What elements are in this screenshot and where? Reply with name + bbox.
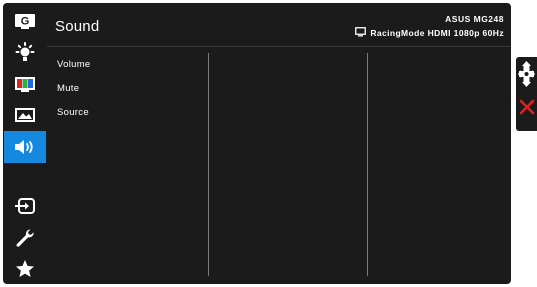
monitor-icon: [355, 27, 367, 39]
menu-item-mute[interactable]: Mute: [57, 83, 91, 107]
gameplus-icon: G: [15, 13, 35, 29]
menu-item-volume[interactable]: Volume: [57, 59, 91, 83]
status-text: RacingMode HDMI 1080p 60Hz: [370, 28, 504, 38]
sidebar-item-my-favorite[interactable]: [6, 254, 44, 283]
osd-panel: G Sound ASUS MG248 RacingMode HDMI 1080p…: [3, 3, 511, 284]
close-icon[interactable]: [519, 99, 535, 120]
joystick-icon[interactable]: [518, 61, 535, 92]
menu-item-source[interactable]: Source: [57, 107, 91, 131]
sidebar-item-input-select[interactable]: [6, 191, 44, 220]
input-select-icon: [15, 197, 35, 214]
page-title: Sound: [55, 18, 100, 35]
sidebar-item-gameplus[interactable]: G: [6, 6, 44, 35]
wrench-icon: [16, 228, 34, 247]
header-divider: [47, 46, 511, 47]
column-divider-1: [208, 53, 209, 276]
sidebar-item-sound[interactable]: [4, 131, 46, 163]
sidebar-item-brightness[interactable]: [6, 38, 44, 67]
model-name: ASUS MG248: [445, 14, 504, 24]
sidebar-item-color[interactable]: [6, 69, 44, 98]
speaker-icon: [15, 140, 33, 154]
sidebar-item-system-setup[interactable]: [6, 223, 44, 252]
brightness-icon: [15, 41, 35, 61]
sidebar: G: [3, 3, 47, 284]
svg-text:G: G: [21, 15, 30, 27]
sidebar-item-image[interactable]: [6, 100, 44, 129]
menu-list: Volume Mute Source: [57, 59, 91, 131]
column-divider-2: [367, 53, 368, 276]
status-line: RacingMode HDMI 1080p 60Hz: [355, 27, 504, 39]
color-icon: [15, 76, 35, 92]
image-icon: [15, 107, 35, 122]
star-icon: [16, 259, 34, 277]
navigation-hint-panel: [516, 57, 537, 131]
